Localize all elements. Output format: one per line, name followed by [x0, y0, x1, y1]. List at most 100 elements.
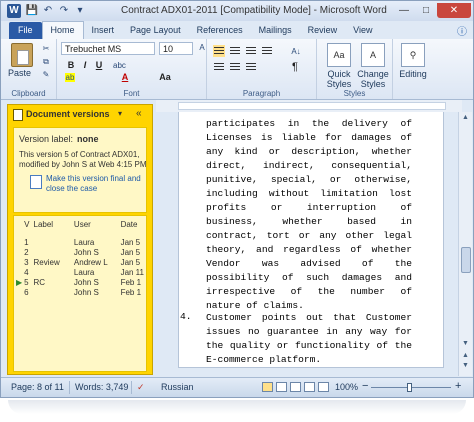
version-row[interactable]: 4 Laura Jan 11 [16, 268, 146, 278]
align-left-icon[interactable] [213, 45, 225, 57]
horizontal-ruler[interactable] [178, 102, 446, 110]
pane-header: Document versions ▾ « [8, 105, 152, 123]
bold-button[interactable]: B [65, 60, 77, 70]
numbering-icon[interactable] [229, 61, 241, 73]
pane-collapse-icon[interactable]: « [136, 108, 142, 119]
customize-icon[interactable]: ▾ [73, 4, 87, 18]
row-user: John S [73, 278, 99, 287]
zoom-out-button[interactable]: − [362, 380, 368, 392]
proofing-icon[interactable]: ✓ [137, 382, 145, 393]
row-label [32, 248, 72, 258]
document-paragraph[interactable]: Customer points out that Customer issues… [206, 311, 412, 367]
word-count[interactable]: Words: 3,749 [75, 382, 128, 392]
align-right-icon[interactable] [245, 45, 257, 57]
change-styles-button[interactable]: A Change Styles [357, 43, 389, 89]
font-name-box[interactable]: Trebuchet MS [61, 42, 155, 55]
tab-review[interactable]: Review [300, 22, 346, 39]
version-table-header: V Label User Date [16, 220, 146, 238]
tab-file[interactable]: File [9, 22, 42, 39]
version-table: V Label User Date 1 Laura Jan 5 2 John S… [16, 220, 146, 298]
row-user: Laura [73, 268, 95, 277]
language[interactable]: Russian [161, 382, 194, 392]
save-icon[interactable]: 💾 [25, 4, 39, 18]
version-info-card: Version label: none This version 5 of Con… [13, 127, 147, 213]
version-row-current[interactable]: ▶ 5 RC John S Feb 1 [16, 278, 146, 288]
print-layout-icon[interactable] [262, 382, 273, 392]
tab-references[interactable]: References [189, 22, 251, 39]
next-page-icon[interactable]: ▼ [459, 362, 472, 369]
window-controls: — □ ✕ [393, 3, 471, 18]
version-row[interactable]: 6 John S Feb 1 [16, 288, 146, 298]
outline-icon[interactable] [304, 382, 315, 392]
format-painter-icon[interactable]: ✎ [41, 70, 51, 79]
word-app-icon[interactable]: W [7, 4, 21, 18]
tab-home[interactable]: Home [41, 21, 84, 39]
justify-icon[interactable] [261, 45, 273, 57]
paste-icon[interactable] [11, 43, 33, 67]
row-user: Andrew L [73, 258, 108, 267]
strikethrough-icon[interactable]: abc [113, 61, 126, 70]
quick-styles-label: Quick Styles [326, 69, 352, 89]
document-area: participates in the delivery of Licenses… [156, 112, 458, 376]
row-label: RC [33, 278, 46, 287]
editing-group: ⚲ Editing [393, 39, 433, 99]
grow-font-icon[interactable]: A [197, 43, 207, 52]
sort-icon[interactable]: A↓ [291, 47, 301, 56]
binoculars-icon: ⚲ [401, 43, 425, 67]
font-color-button[interactable]: A [119, 72, 131, 82]
finalize-document-icon[interactable] [30, 175, 42, 189]
zoom-slider-thumb[interactable] [407, 383, 412, 392]
web-layout-icon[interactable] [290, 382, 301, 392]
help-icon[interactable]: ⓘ [457, 23, 467, 38]
quick-styles-button[interactable]: Aa Quick Styles [323, 43, 355, 89]
editing-button[interactable]: ⚲ Editing [395, 43, 431, 79]
document-paragraph[interactable]: participates in the delivery of Licenses… [206, 117, 412, 313]
paste-button[interactable]: Paste [8, 68, 31, 78]
show-formatting-icon[interactable]: ¶ [289, 61, 301, 73]
tab-mailings[interactable]: Mailings [251, 22, 300, 39]
cut-icon[interactable]: ✂ [41, 44, 51, 53]
undo-icon[interactable]: ↶ [41, 4, 55, 18]
bullets-icon[interactable] [213, 61, 225, 73]
finalize-version-link[interactable]: Make this version final and close the ca… [46, 174, 146, 194]
title-bar: W 💾 ↶ ↷ ▾ Contract ADX01-2011 [Compatibi… [1, 1, 473, 21]
tab-insert[interactable]: Insert [84, 22, 123, 39]
full-screen-reading-icon[interactable] [276, 382, 287, 392]
close-button[interactable]: ✕ [437, 3, 471, 18]
change-case-button[interactable]: Aa [157, 72, 173, 82]
row-user: John S [73, 288, 99, 297]
redo-icon[interactable]: ↷ [57, 4, 71, 18]
zoom-in-button[interactable]: + [455, 380, 461, 392]
document-page[interactable]: participates in the delivery of Licenses… [178, 112, 444, 368]
line-spacing-icon[interactable] [245, 61, 257, 73]
tab-page-layout[interactable]: Page Layout [122, 22, 189, 39]
zoom-level[interactable]: 100% [335, 382, 358, 392]
col-date: Date [120, 220, 138, 229]
version-row[interactable]: 2 John S Jan 5 [16, 248, 146, 258]
font-size-box[interactable]: 10 [159, 42, 193, 55]
current-version-arrow-icon: ▶ [16, 278, 23, 287]
row-date: Feb 1 [120, 278, 142, 287]
copy-icon[interactable]: ⧉ [41, 57, 51, 66]
page-count[interactable]: Page: 8 of 11 [11, 382, 64, 392]
previous-page-icon[interactable]: ▲ [459, 352, 472, 359]
maximize-button[interactable]: □ [415, 3, 437, 18]
pane-menu-icon[interactable]: ▾ [118, 109, 122, 118]
ruler-row [156, 100, 462, 112]
editing-label: Editing [399, 69, 427, 79]
version-row[interactable]: 1 Laura Jan 5 [16, 238, 146, 248]
align-center-icon[interactable] [229, 45, 241, 57]
scroll-down-icon[interactable]: ▼ [459, 340, 472, 347]
draft-icon[interactable] [318, 382, 329, 392]
tab-view[interactable]: View [345, 22, 380, 39]
text-highlight-icon[interactable]: ab [65, 73, 75, 82]
styles-group-label: Styles [343, 89, 366, 98]
underline-button[interactable]: U [93, 60, 105, 70]
scroll-thumb[interactable] [461, 247, 471, 273]
version-row[interactable]: 3 Review Andrew L Jan 5 [16, 258, 146, 268]
minimize-button[interactable]: — [393, 3, 415, 18]
italic-button[interactable]: I [79, 60, 91, 70]
version-label: Version label: none [19, 134, 99, 144]
vertical-scrollbar[interactable]: ▲ ▼ ▲ ▼ [458, 112, 472, 376]
scroll-up-icon[interactable]: ▲ [459, 114, 472, 121]
